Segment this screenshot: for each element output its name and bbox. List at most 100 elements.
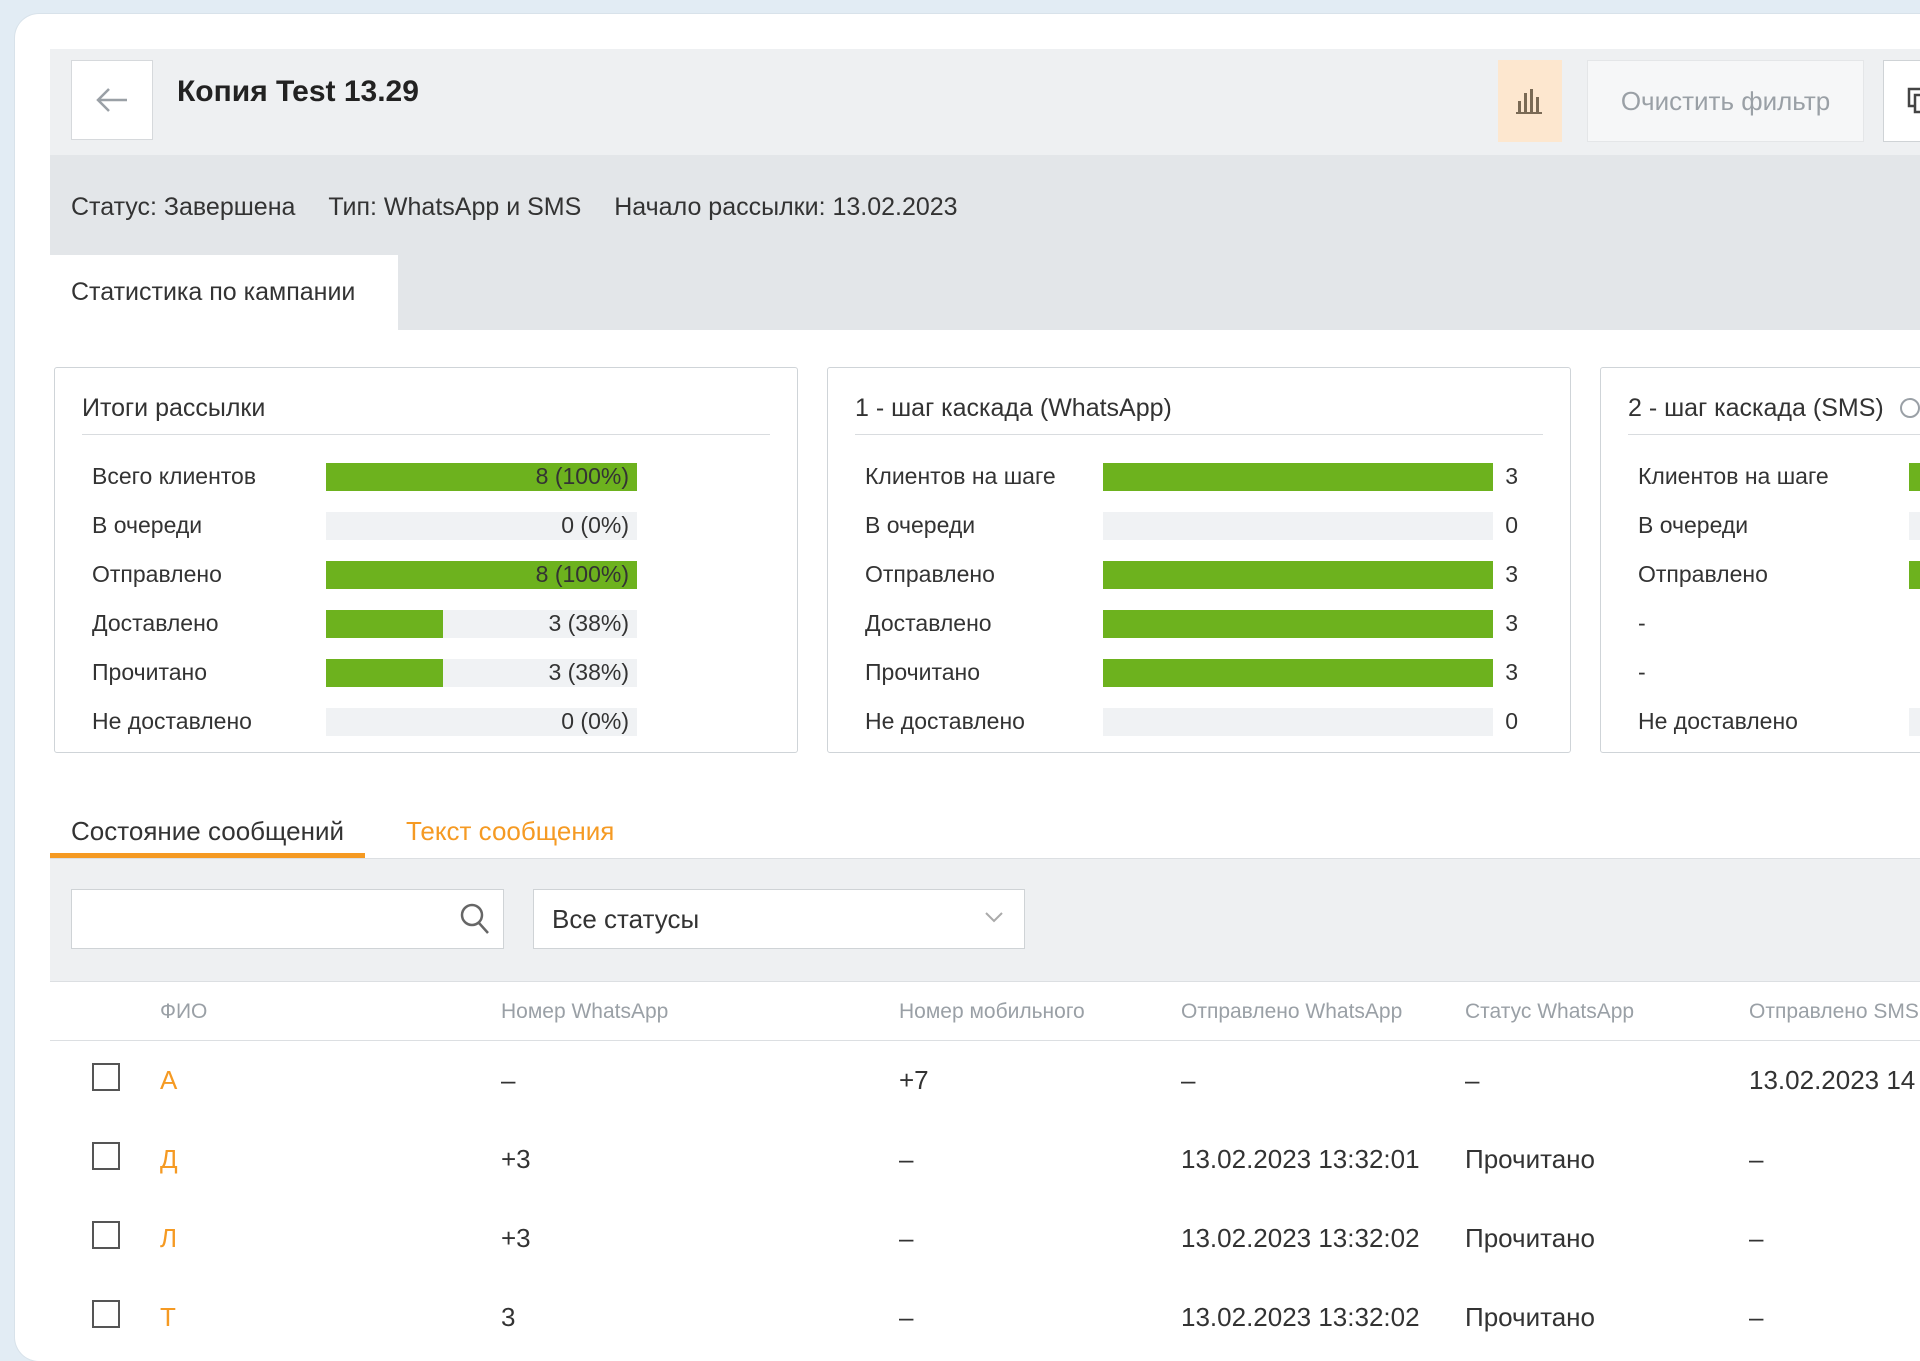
cell-status-wa: – xyxy=(1465,1065,1480,1095)
stat-row: Доставлено 3 xyxy=(865,604,1572,644)
row-checkbox[interactable] xyxy=(92,1221,120,1249)
search-input[interactable] xyxy=(71,889,504,949)
progress-fill xyxy=(1103,561,1493,589)
cell-sent-sms: – xyxy=(1749,1223,1764,1253)
card-title-text: 2 - шаг каскада (SMS) xyxy=(1628,394,1884,422)
cell-mobile: – xyxy=(899,1144,914,1174)
cell-mobile: +7 xyxy=(899,1065,929,1095)
stat-row: Отправлено xyxy=(1638,555,1920,595)
table-row[interactable]: А – +7 – – 13.02.2023 14 xyxy=(50,1041,1920,1120)
campaign-type: Тип: WhatsApp и SMS xyxy=(328,193,582,221)
stat-row: - xyxy=(1638,653,1920,693)
cell-sent-wa: 13.02.2023 13:32:02 xyxy=(1181,1223,1420,1253)
cell-name[interactable]: Т xyxy=(160,1302,176,1333)
stat-row: Отправлено 8 (100%) xyxy=(92,555,799,595)
cell-status-wa: Прочитано xyxy=(1465,1302,1595,1332)
stat-value: 8 (100%) xyxy=(535,463,629,489)
row-checkbox[interactable] xyxy=(92,1063,120,1091)
column-header-whatsapp-number[interactable]: Номер WhatsApp xyxy=(501,1000,668,1024)
clear-filter-button[interactable]: Очистить фильтр xyxy=(1587,60,1864,142)
stat-label: Не доставлено xyxy=(92,708,252,734)
bar-chart-icon xyxy=(1516,89,1542,114)
stat-row: В очереди 0 xyxy=(865,506,1572,546)
row-checkbox[interactable] xyxy=(92,1142,120,1170)
stat-label: Не доставлено xyxy=(1638,708,1798,734)
table-row[interactable]: Д +3 – 13.02.2023 13:32:01 Прочитано – xyxy=(50,1120,1920,1199)
progress-fill xyxy=(1103,610,1493,638)
progress-bar xyxy=(1103,708,1493,736)
whatsapp-step-card: 1 - шаг каскада (WhatsApp) Клиентов на ш… xyxy=(827,367,1571,753)
stat-row: Всего клиентов 8 (100%) xyxy=(92,457,799,497)
column-header-sent-sms[interactable]: Отправлено SMS xyxy=(1749,1000,1919,1024)
column-header-sent-whatsapp[interactable]: Отправлено WhatsApp xyxy=(1181,1000,1402,1024)
search-icon xyxy=(460,903,489,934)
progress-bar xyxy=(1909,512,1920,540)
cell-sent-wa: – xyxy=(1181,1065,1196,1095)
progress-bar xyxy=(1909,708,1920,736)
stat-value: 0 (0%) xyxy=(561,708,629,734)
stat-row: Клиентов на шаге xyxy=(1638,457,1920,497)
table-row[interactable]: Л +3 – 13.02.2023 13:32:02 Прочитано – xyxy=(50,1199,1920,1278)
stat-value: 0 xyxy=(1505,708,1518,734)
row-checkbox[interactable] xyxy=(92,1300,120,1328)
cell-whatsapp: – xyxy=(501,1065,516,1095)
sms-step-card: 2 - шаг каскада (SMS) Клиентов на шаге В … xyxy=(1600,367,1920,753)
stat-value: 0 (0%) xyxy=(561,512,629,538)
stat-row: Доставлено 3 (38%) xyxy=(92,604,799,644)
stat-label: В очереди xyxy=(92,512,203,538)
progress-fill xyxy=(1909,463,1920,491)
stat-row: Отправлено 3 xyxy=(865,555,1572,595)
status-filter-select[interactable]: Все статусы xyxy=(533,889,1025,949)
stat-row: Не доставлено xyxy=(1638,702,1920,742)
stat-label: Не доставлено xyxy=(865,708,1025,734)
stat-label: Клиентов на шаге xyxy=(865,463,1056,489)
stat-value: 3 (38%) xyxy=(548,659,629,685)
column-header-status-whatsapp[interactable]: Статус WhatsApp xyxy=(1465,1000,1634,1024)
stat-row: Не доставлено 0 (0%) xyxy=(92,702,799,742)
table-header: ФИО Номер WhatsApp Номер мобильного Отпр… xyxy=(50,980,1920,1041)
card-title: Итоги рассылки xyxy=(82,394,266,422)
stat-value: 3 xyxy=(1505,463,1518,489)
cell-name[interactable]: А xyxy=(160,1065,177,1096)
statistics-button[interactable] xyxy=(1498,60,1562,142)
stat-value: 3 (38%) xyxy=(548,610,629,636)
back-button[interactable] xyxy=(71,60,153,140)
tab-campaign-statistics[interactable]: Статистика по кампании xyxy=(50,255,398,330)
progress-fill xyxy=(1103,463,1493,491)
page-header: Копия Test 13.29 Очистить фильтр Д xyxy=(50,49,1920,156)
progress-fill xyxy=(326,659,443,687)
cell-status-wa: Прочитано xyxy=(1465,1223,1595,1253)
summary-card: Итоги рассылки Всего клиентов 8 (100%) В о… xyxy=(54,367,798,753)
cell-mobile: – xyxy=(899,1302,914,1332)
cell-name[interactable]: Д xyxy=(160,1144,178,1175)
stat-row: - xyxy=(1638,604,1920,644)
stat-label: В очереди xyxy=(865,512,976,538)
cell-name[interactable]: Л xyxy=(160,1223,177,1254)
stat-value: 0 xyxy=(1505,512,1518,538)
tab-message-state[interactable]: Состояние сообщений xyxy=(71,816,344,847)
filter-bar: Все статусы xyxy=(50,858,1920,982)
card-title: 2 - шаг каскада (SMS) xyxy=(1628,394,1920,423)
stat-label: Отправлено xyxy=(1638,561,1768,587)
copy-icon xyxy=(1907,87,1920,114)
stat-value: 3 xyxy=(1505,610,1518,636)
progress-bar xyxy=(1909,561,1920,589)
tab-message-text[interactable]: Текст сообщения xyxy=(406,816,614,847)
copy-button[interactable]: Д xyxy=(1883,60,1920,142)
campaign-meta: Статус: Завершена Тип: WhatsApp и SMS На… xyxy=(71,193,984,222)
progress-bar xyxy=(1103,512,1493,540)
stat-value: 3 xyxy=(1505,561,1518,587)
cell-sent-sms: – xyxy=(1749,1144,1764,1174)
column-header-mobile-number[interactable]: Номер мобильного xyxy=(899,1000,1085,1024)
progress-bar xyxy=(1103,463,1493,491)
cell-sent-sms: 13.02.2023 14 xyxy=(1749,1065,1916,1095)
stat-label: - xyxy=(1638,610,1646,636)
card-title: 1 - шаг каскада (WhatsApp) xyxy=(855,394,1172,422)
stat-row: В очереди 0 (0%) xyxy=(92,506,799,546)
stat-label: Доставлено xyxy=(92,610,219,636)
column-header-name[interactable]: ФИО xyxy=(160,1000,207,1024)
stat-label: - xyxy=(1638,659,1646,685)
progress-bar xyxy=(1909,463,1920,491)
table-row[interactable]: Т 3 – 13.02.2023 13:32:02 Прочитано – xyxy=(50,1278,1920,1357)
page-title: Копия Test 13.29 xyxy=(177,75,419,108)
